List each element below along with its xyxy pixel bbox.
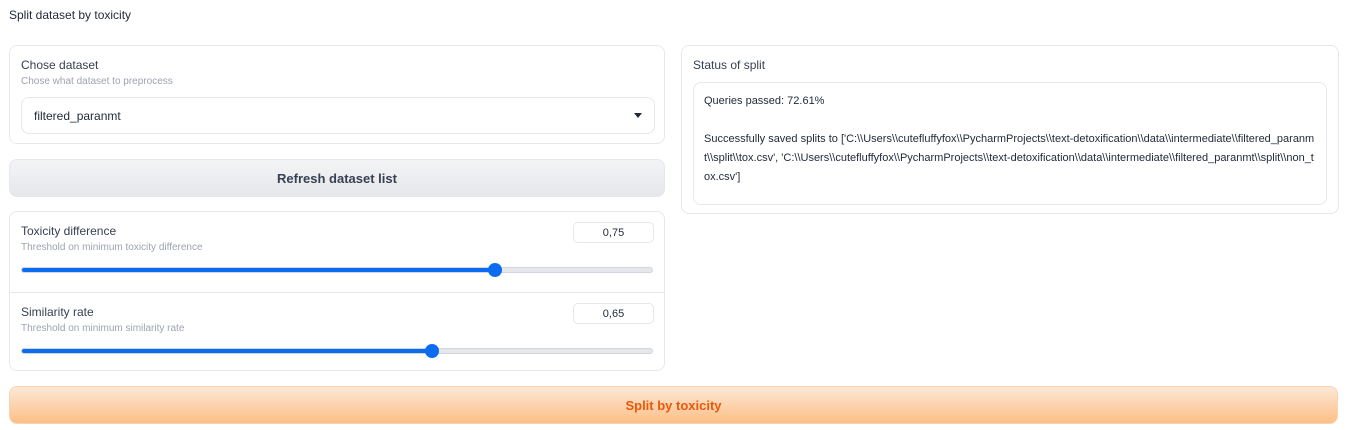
dataset-card: Chose dataset Chose what dataset to prep… xyxy=(9,45,665,144)
toxicity-slider[interactable] xyxy=(21,263,653,277)
page-title: Split dataset by toxicity xyxy=(9,8,132,22)
split-by-toxicity-button[interactable]: Split by toxicity xyxy=(9,386,1338,424)
dataset-dropdown[interactable]: filtered_paranmt xyxy=(21,97,655,134)
similarity-number-input[interactable]: 0,65 xyxy=(573,303,654,324)
similarity-slider-fill xyxy=(22,349,432,353)
dataset-info: Chose what dataset to preprocess xyxy=(21,76,173,87)
refresh-dataset-button[interactable]: Refresh dataset list xyxy=(9,159,665,197)
chevron-down-icon xyxy=(634,113,642,118)
status-output[interactable]: Queries passed: 72.61% Successfully save… xyxy=(693,82,1327,205)
dataset-label: Chose dataset xyxy=(21,58,99,72)
similarity-slider-thumb[interactable] xyxy=(424,344,439,358)
similarity-label: Similarity rate xyxy=(21,305,94,319)
similarity-slider[interactable] xyxy=(21,344,653,358)
thresholds-card: Toxicity difference Threshold on minimum… xyxy=(9,211,665,371)
toxicity-info: Threshold on minimum toxicity difference xyxy=(21,242,203,253)
toxicity-label: Toxicity difference xyxy=(21,224,117,238)
toxicity-slider-block: Toxicity difference Threshold on minimum… xyxy=(10,212,664,292)
dataset-selected-value: filtered_paranmt xyxy=(34,108,121,123)
status-label: Status of split xyxy=(693,58,766,72)
toxicity-slider-thumb[interactable] xyxy=(487,263,502,277)
similarity-info: Threshold on minimum similarity rate xyxy=(21,323,185,334)
toxicity-number-input[interactable]: 0,75 xyxy=(573,222,654,243)
status-card: Status of split Queries passed: 72.61% S… xyxy=(681,45,1339,214)
toxicity-slider-fill xyxy=(22,268,495,272)
similarity-slider-block: Similarity rate Threshold on minimum sim… xyxy=(10,292,664,372)
